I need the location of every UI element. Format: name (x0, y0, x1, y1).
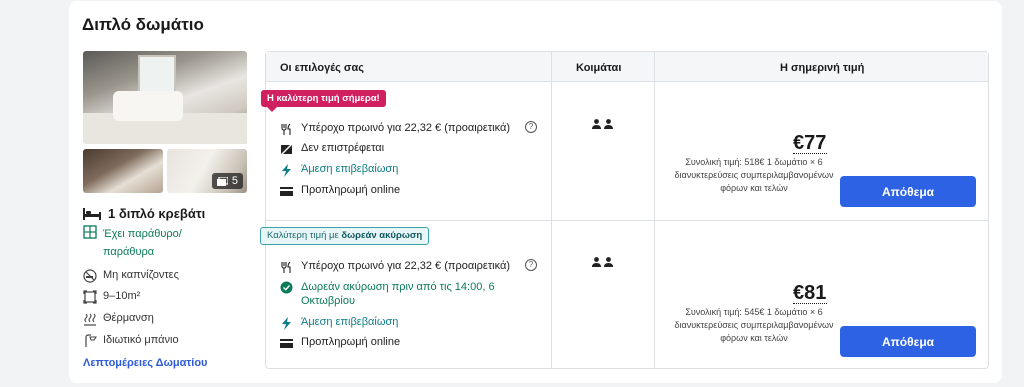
header-price: Η σημερινή τιμή (780, 62, 865, 74)
window-icon (83, 225, 97, 239)
option-text: Προπληρωμή online (301, 184, 401, 196)
breakfast-icon (281, 123, 291, 135)
room-photo-main[interactable] (83, 51, 247, 144)
photo-count: 5 (231, 175, 238, 187)
feature-bathroom-label: Ιδιωτικό μπάνιο (103, 334, 179, 346)
feature-non-smoking-label: Μη καπνίζοντες (103, 269, 179, 281)
option-text: Δεν επιστρέφεται (301, 142, 385, 154)
badge-prefix: Καλύτερη τιμή με (267, 230, 339, 241)
room-title: Διπλό δωμάτιο (82, 15, 204, 34)
option-free-cancellation: Δωρεάν ακύρωση πριν από τις 14:00, 6 Οκτ… (280, 280, 510, 308)
card-icon (280, 187, 293, 196)
person-icon (592, 257, 601, 267)
feature-heating-label: Θέρμανση (103, 312, 154, 324)
person-icon (592, 119, 601, 129)
heating-icon (84, 313, 96, 326)
header-options: Οι επιλογές σας (280, 62, 364, 74)
feature-window: Έχει παράθυρο/ παράθυρα (83, 225, 213, 261)
badge-bold: δωρεάν ακύρωση (341, 230, 423, 241)
feature-heating: Θέρμανση (83, 312, 154, 326)
card-icon (280, 339, 293, 348)
best-price-badge: Η καλύτερη τιμή σήμερα! (261, 90, 386, 112)
bed-icon (83, 207, 101, 220)
feature-non-smoking: Μη καπνίζοντες (83, 269, 179, 283)
option-breakfast: Υπέροχο πρωινό για 22,32 € (προαιρετικά) (280, 122, 510, 136)
room-photo-thumbnails: 5 (83, 149, 247, 193)
bed-label: 1 διπλό κρεβάτι (108, 206, 206, 221)
room-photo-thumb[interactable] (83, 149, 163, 193)
feature-bathroom: Ιδιωτικό μπάνιο (83, 334, 179, 348)
person-icon (604, 257, 613, 267)
book-button[interactable]: Απόθεμα (840, 326, 976, 357)
option-instant-confirmation: Άμεση επιβεβαίωση (280, 163, 398, 177)
feature-size: 9–10m² (83, 290, 140, 304)
total-price-note: Συνολική τιμή: 518€ 1 δωμάτιο × 6 διανυκ… (674, 157, 834, 193)
option-breakfast: Υπέροχο πρωινό για 22,32 € (προαιρετικά) (280, 260, 510, 274)
guest-count (592, 257, 613, 267)
book-button[interactable]: Απόθεμα (840, 176, 976, 207)
option-text: Προπληρωμή online (301, 336, 401, 348)
room-details-link[interactable]: Λεπτομέρειες Δωματίου (83, 357, 207, 369)
table-header: Οι επιλογές σας Κοιμάται Η σημερινή τιμή (266, 52, 988, 82)
non-refundable-icon (280, 143, 293, 156)
total-price-note: Συνολική τιμή: 545€ 1 δωμάτιο × 6 διανυκ… (674, 307, 834, 343)
info-icon[interactable]: ? (525, 121, 537, 133)
option-text: Υπέροχο πρωινό για 22,32 € (προαιρετικά) (301, 122, 510, 134)
breakfast-icon (281, 261, 291, 273)
info-icon[interactable]: ? (525, 259, 537, 271)
photo-count-badge[interactable]: 5 (211, 173, 243, 189)
room-size-icon (83, 290, 97, 304)
option-text: Άμεση επιβεβαίωση (301, 163, 399, 175)
bed-info: 1 διπλό κρεβάτι (83, 206, 205, 221)
lightning-icon (282, 164, 291, 177)
option-text: Άμεση επιβεβαίωση (301, 316, 399, 328)
lightning-icon (282, 317, 291, 330)
guest-count (592, 119, 613, 129)
feature-size-label: 9–10m² (103, 290, 141, 302)
check-circle-icon (280, 281, 293, 294)
room-card: Διπλό δωμάτιο 5 1 διπλό κρεβάτι Έχει παρ… (69, 1, 1002, 383)
room-photo-thumb[interactable]: 5 (167, 149, 247, 193)
option-instant-confirmation: Άμεση επιβεβαίωση (280, 316, 398, 330)
feature-window-label: Έχει παράθυρο/ παράθυρα (103, 228, 182, 258)
free-cancellation-badge: Καλύτερη τιμή με δωρεάν ακύρωση (260, 227, 430, 245)
price-amount: €77 (793, 132, 827, 154)
shower-icon (85, 334, 97, 347)
no-smoking-icon (83, 269, 97, 283)
header-sleeps: Κοιμάται (576, 62, 622, 74)
person-icon (604, 119, 613, 129)
option-text: Δωρεάν ακύρωση πριν από τις 14:00, 6 Οκτ… (301, 281, 495, 307)
option-prepayment: Προπληρωμή online (280, 336, 400, 350)
price-amount: €81 (793, 282, 827, 304)
option-prepayment: Προπληρωμή online (280, 184, 400, 198)
option-text: Υπέροχο πρωινό για 22,32 € (προαιρετικά) (301, 260, 510, 272)
option-non-refundable: Δεν επιστρέφεται (280, 142, 384, 156)
gallery-icon (216, 176, 228, 186)
